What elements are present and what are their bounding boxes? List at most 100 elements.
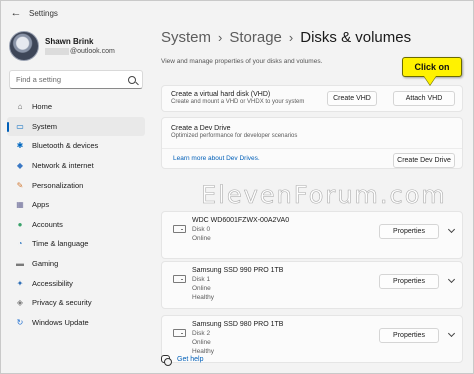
attach-vhd-button[interactable]: Attach VHD <box>393 91 455 106</box>
disk-info: Samsung SSD 990 PRO 1TB Disk 1 Online He… <box>192 267 283 301</box>
sidebar-item-system[interactable]: ▭ System <box>7 116 145 137</box>
sidebar-item-home[interactable]: ⌂ Home <box>7 97 145 117</box>
properties-button[interactable]: Properties <box>379 328 439 343</box>
sidebar-item-accounts[interactable]: ● Accounts <box>7 215 145 235</box>
disk-info: Samsung SSD 980 PRO 1TB Disk 2 Online He… <box>192 321 283 355</box>
settings-window: ← Settings Shawn Brink @outlook.com Find… <box>0 0 474 374</box>
sidebar-item-apps[interactable]: ▦ Apps <box>7 195 145 215</box>
user-profile[interactable]: Shawn Brink @outlook.com <box>9 31 115 61</box>
dev-drive-card: Create a Dev Drive Optimized performance… <box>161 117 463 169</box>
disk-health: Healthy <box>192 348 215 355</box>
sidebar-item-label: Accounts <box>32 219 63 229</box>
search-input[interactable]: Find a setting <box>16 75 128 84</box>
person-icon: ● <box>17 219 23 229</box>
controller-icon: ▬ <box>16 259 24 269</box>
search-icon[interactable] <box>128 75 136 84</box>
profile-name: Shawn Brink <box>45 37 94 46</box>
breadcrumb: System › Storage › Disks & volumes <box>161 29 411 46</box>
home-icon: ⌂ <box>17 102 23 112</box>
get-help-link[interactable]: Get help <box>177 356 203 363</box>
sidebar-item-time-language[interactable]: ◔ Time & language <box>7 234 145 254</box>
avatar <box>9 31 39 61</box>
sidebar-item-label: Time & language <box>32 239 89 249</box>
title-bar: ← Settings <box>1 1 473 25</box>
sidebar-item-label: Bluetooth & devices <box>32 141 99 151</box>
divider <box>162 148 462 149</box>
back-button[interactable]: ← <box>5 2 27 24</box>
chevron-down-icon[interactable] <box>446 276 456 286</box>
drive-icon <box>173 225 186 233</box>
sidebar-nav: ⌂ Home ▭ System ✱ Bluetooth & devices ◆ Network… <box>7 97 145 332</box>
properties-button[interactable]: Properties <box>379 274 439 289</box>
sidebar-item-label: Apps <box>32 200 50 210</box>
profile-email-row: @outlook.com <box>45 48 115 55</box>
apps-icon: ▦ <box>16 200 24 210</box>
sidebar-item-accessibility[interactable]: ✦ Accessibility <box>7 273 145 293</box>
vhd-text: Create a virtual hard disk (VHD) Create … <box>171 91 304 105</box>
accessibility-icon: ✦ <box>16 278 24 288</box>
disk-number: Disk 0 <box>192 226 211 233</box>
system-icon: ▭ <box>16 121 24 131</box>
breadcrumb-storage[interactable]: Storage <box>229 29 282 46</box>
sidebar-item-personalization[interactable]: ✎ Personalization <box>7 175 145 195</box>
disk-card[interactable]: WDC WD6001FZWX-00A2VA0 Disk 0 Online Pro… <box>161 211 463 259</box>
sidebar-item-label: Network & internet <box>32 161 94 171</box>
dev-drive-title: Create a Dev Drive <box>171 125 231 132</box>
sidebar-item-label: Personalization <box>32 180 84 190</box>
disk-health: Healthy <box>192 294 215 301</box>
disk-info: WDC WD6001FZWX-00A2VA0 Disk 0 Online <box>192 217 289 242</box>
drive-icon <box>173 275 186 283</box>
sidebar-item-label: Home <box>32 102 53 112</box>
brush-icon: ✎ <box>16 180 24 190</box>
sidebar-item-label: Accessibility <box>32 278 73 288</box>
bluetooth-icon: ✱ <box>16 141 24 151</box>
properties-button[interactable]: Properties <box>379 224 439 239</box>
disk-status: Online <box>192 285 211 292</box>
sidebar-item-label: Windows Update <box>32 317 89 327</box>
help-icon <box>161 355 172 366</box>
vhd-card: Create a virtual hard disk (VHD) Create … <box>161 85 463 112</box>
breadcrumb-chevron-icon: › <box>288 30 294 45</box>
disk-status: Online <box>192 339 211 346</box>
disk-card[interactable]: Samsung SSD 990 PRO 1TB Disk 1 Online He… <box>161 261 463 309</box>
breadcrumb-system[interactable]: System <box>161 29 211 46</box>
sidebar-item-windows-update[interactable]: ↻ Windows Update <box>7 313 145 333</box>
back-arrow-icon: ← <box>10 7 22 19</box>
profile-text: Shawn Brink @outlook.com <box>45 37 115 55</box>
update-icon: ↻ <box>16 317 24 327</box>
dev-drive-text: Create a Dev Drive Optimized performance… <box>171 125 297 139</box>
sidebar-item-network-internet[interactable]: ◆ Network & internet <box>7 156 145 176</box>
disk-name: Samsung SSD 980 PRO 1TB <box>192 321 284 328</box>
callout-arrow <box>424 76 436 85</box>
page-description: View and manage properties of your disks… <box>161 58 323 65</box>
profile-email: @outlook.com <box>70 48 115 55</box>
search-box[interactable]: Find a setting <box>9 70 143 89</box>
chevron-down-icon[interactable] <box>446 226 456 236</box>
sidebar-item-privacy-security[interactable]: ◈ Privacy & security <box>7 293 145 313</box>
disk-name: Samsung SSD 990 PRO 1TB <box>192 267 284 274</box>
create-vhd-button[interactable]: Create VHD <box>327 91 377 106</box>
get-help[interactable]: Get help <box>161 355 203 366</box>
disk-status: Online <box>192 235 211 242</box>
chevron-down-icon[interactable] <box>446 330 456 340</box>
sidebar-item-bluetooth-devices[interactable]: ✱ Bluetooth & devices <box>7 136 145 156</box>
learn-more-link[interactable]: Learn more about Dev Drives. <box>173 155 260 162</box>
dev-drive-subtitle: Optimized performance for developer scen… <box>171 133 298 139</box>
main-content: System › Storage › Disks & volumes View … <box>161 25 465 373</box>
sidebar: Shawn Brink @outlook.com Find a setting … <box>1 25 151 373</box>
app-title: Settings <box>29 8 58 18</box>
shield-icon: ◈ <box>16 298 24 308</box>
sidebar-item-label: Gaming <box>32 259 59 269</box>
drive-icon <box>173 329 186 337</box>
click-on-callout: Click on <box>402 57 462 77</box>
disk-number: Disk 1 <box>192 276 211 283</box>
disk-name: WDC WD6001FZWX-00A2VA0 <box>192 217 290 224</box>
breadcrumb-chevron-icon: › <box>218 30 223 45</box>
globe-clock-icon: ◔ <box>17 239 23 249</box>
sidebar-item-gaming[interactable]: ▬ Gaming <box>7 254 145 274</box>
disk-card[interactable]: Samsung SSD 980 PRO 1TB Disk 2 Online He… <box>161 315 463 363</box>
sidebar-item-label: System <box>32 121 58 131</box>
create-dev-drive-button[interactable]: Create Dev Drive <box>393 153 455 168</box>
email-redaction <box>45 48 69 55</box>
wifi-icon: ◆ <box>16 161 24 171</box>
